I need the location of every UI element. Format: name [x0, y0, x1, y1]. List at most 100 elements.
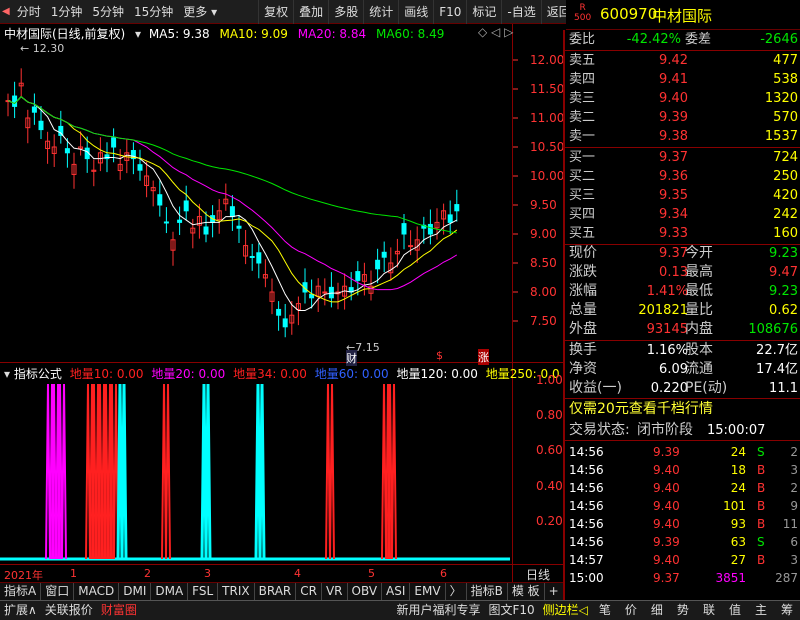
- indicator-tab[interactable]: FSL: [188, 583, 219, 600]
- side-tool-button[interactable]: 细: [644, 601, 670, 620]
- indicator-title[interactable]: 指标公式: [14, 367, 62, 381]
- row-label: 买一: [569, 150, 596, 165]
- indicator-tab[interactable]: OBV: [348, 583, 383, 600]
- tab-more[interactable]: 更多 ▾: [178, 0, 222, 24]
- tick-time: 14:57: [569, 553, 604, 567]
- stat-label: 净资: [569, 361, 597, 377]
- chart-controls[interactable]: ◇ ◁ ▷: [478, 25, 513, 39]
- y-tick: 0.40: [536, 478, 563, 493]
- sell-row: 卖二 9.39 570: [565, 108, 800, 127]
- sidebar-toggle[interactable]: 侧边栏◁: [539, 601, 592, 620]
- indicator-tabs: 指标A 窗口 MACD DMI DMA FSL TRIX BRAR CR VR OBV ASI EMV 〉…: [0, 582, 578, 600]
- stat-row: 总量 201821 量比 0.62: [565, 301, 800, 320]
- tick-price: 9.37: [653, 571, 680, 585]
- tick-volume: 3851: [715, 571, 746, 585]
- row-label: 卖二: [569, 110, 596, 125]
- weibi-row: 委比 -42.42% 委差 -2646: [565, 30, 800, 49]
- period-label[interactable]: 日线: [526, 566, 550, 583]
- indicator-tab[interactable]: 指标A: [0, 583, 42, 600]
- row-volume: 1320: [764, 91, 798, 106]
- tick-price: 9.39: [653, 535, 680, 549]
- side-tool-button[interactable]: 联: [696, 601, 722, 620]
- wealth-circle-button[interactable]: 财富圈: [97, 601, 141, 620]
- tab-15min[interactable]: 15分钟: [129, 0, 178, 24]
- cai-marker[interactable]: 财: [346, 350, 357, 366]
- indicator-tab[interactable]: 窗口: [41, 583, 75, 600]
- tick-row: 14:56 9.40 101 B 9: [565, 497, 800, 516]
- indicator-tab[interactable]: DMI: [119, 583, 152, 600]
- zhang-marker[interactable]: 涨: [478, 349, 489, 365]
- main-chart-area[interactable]: [0, 24, 563, 582]
- y-tick: 0.20: [536, 513, 563, 528]
- tab-1min[interactable]: 1分钟: [46, 0, 88, 24]
- indicator-tab[interactable]: VR: [322, 583, 348, 600]
- indicator-tab[interactable]: DMA: [151, 583, 189, 600]
- tick-direction: S: [757, 535, 765, 549]
- quote-panel: 委比 -42.42% 委差 -2646 卖五 9.42 477 卖四 9.41 538 卖三…: [563, 30, 800, 600]
- tab-5min[interactable]: 5分钟: [87, 0, 129, 24]
- duogu-button[interactable]: 多股: [328, 0, 363, 24]
- stat-row: 涨幅 1.41% 最低 9.23: [565, 282, 800, 301]
- zixuan-button[interactable]: -自选: [501, 0, 540, 24]
- l60-label: 地量60: 0.00: [314, 367, 389, 381]
- chevron-down-icon[interactable]: ▾: [135, 27, 141, 41]
- side-tool-button[interactable]: 值: [722, 601, 748, 620]
- tick-count: 287: [775, 571, 798, 585]
- menu-icon[interactable]: ◀: [0, 0, 12, 24]
- y-tick: 9.00: [530, 227, 557, 241]
- month-label: 1: [70, 567, 77, 580]
- row-price: 9.33: [659, 226, 688, 241]
- state-label: 交易状态:: [569, 422, 630, 438]
- f10-link[interactable]: 图文F10: [484, 601, 538, 620]
- row-volume: 724: [773, 150, 798, 165]
- diejia-button[interactable]: 叠加: [293, 0, 328, 24]
- tongji-button[interactable]: 统计: [363, 0, 398, 24]
- indicator-tab[interactable]: 指标B: [467, 583, 508, 600]
- tick-volume: 27: [730, 553, 746, 567]
- new-user-link[interactable]: 新用户福利专享: [392, 601, 484, 620]
- stat-value: 9.23: [769, 284, 798, 299]
- row-price: 9.38: [659, 129, 688, 144]
- huaxian-button[interactable]: 画线: [398, 0, 433, 24]
- row-volume: 250: [773, 169, 798, 184]
- promo-link[interactable]: 仅需20元查看千档行情: [565, 400, 800, 419]
- side-tool-button[interactable]: 笔: [592, 601, 618, 620]
- tick-count: 3: [790, 553, 798, 567]
- biaoji-button[interactable]: 标记: [466, 0, 501, 24]
- side-tool-button[interactable]: 势: [670, 601, 696, 620]
- tick-time: 14:56: [569, 481, 604, 495]
- indicator-tab[interactable]: EMV: [410, 583, 446, 600]
- y-tick: 0.80: [536, 408, 563, 423]
- y-tick: 1.00: [536, 373, 563, 387]
- stat-label: 最高: [685, 264, 713, 280]
- related-quote-button[interactable]: 关联报价: [41, 601, 97, 620]
- tick-count: 9: [790, 499, 798, 513]
- side-tool-button[interactable]: 价: [618, 601, 644, 620]
- dollar-marker[interactable]: $: [436, 349, 443, 362]
- indicator-tab[interactable]: MACD: [74, 583, 120, 600]
- stat-label: 现价: [569, 245, 597, 261]
- tick-row: 14:56 9.40 24 B 2: [565, 479, 800, 498]
- stat-row: 外盘 93145 内盘 108676: [565, 320, 800, 339]
- side-tool-button[interactable]: 筹: [774, 601, 800, 620]
- fuquan-button[interactable]: 复权: [258, 0, 293, 24]
- indicator-tab[interactable]: 模 板: [508, 583, 545, 600]
- stat-label: 流通: [685, 361, 713, 377]
- tick-count: 3: [790, 463, 798, 477]
- tick-price: 9.40: [653, 499, 680, 513]
- indicator-tab[interactable]: CR: [296, 583, 322, 600]
- row-volume: 477: [773, 53, 798, 68]
- indicator-tab[interactable]: BRAR: [255, 583, 297, 600]
- side-tool-button[interactable]: 主: [748, 601, 774, 620]
- indicator-tab[interactable]: ASI: [382, 583, 411, 600]
- tab-fenshi[interactable]: 分时: [12, 0, 46, 24]
- expand-button[interactable]: 扩展∧: [0, 601, 41, 620]
- row-price: 9.35: [659, 188, 688, 203]
- sell-row: 卖三 9.40 1320: [565, 89, 800, 108]
- chevron-down-icon[interactable]: ▾: [4, 367, 10, 381]
- year-label: 2021年: [4, 569, 43, 582]
- f10-button[interactable]: F10: [433, 0, 466, 24]
- indicator-tab[interactable]: TRIX: [218, 583, 255, 600]
- indicator-tab[interactable]: 〉: [446, 583, 467, 600]
- indicator-tab[interactable]: +: [545, 583, 564, 600]
